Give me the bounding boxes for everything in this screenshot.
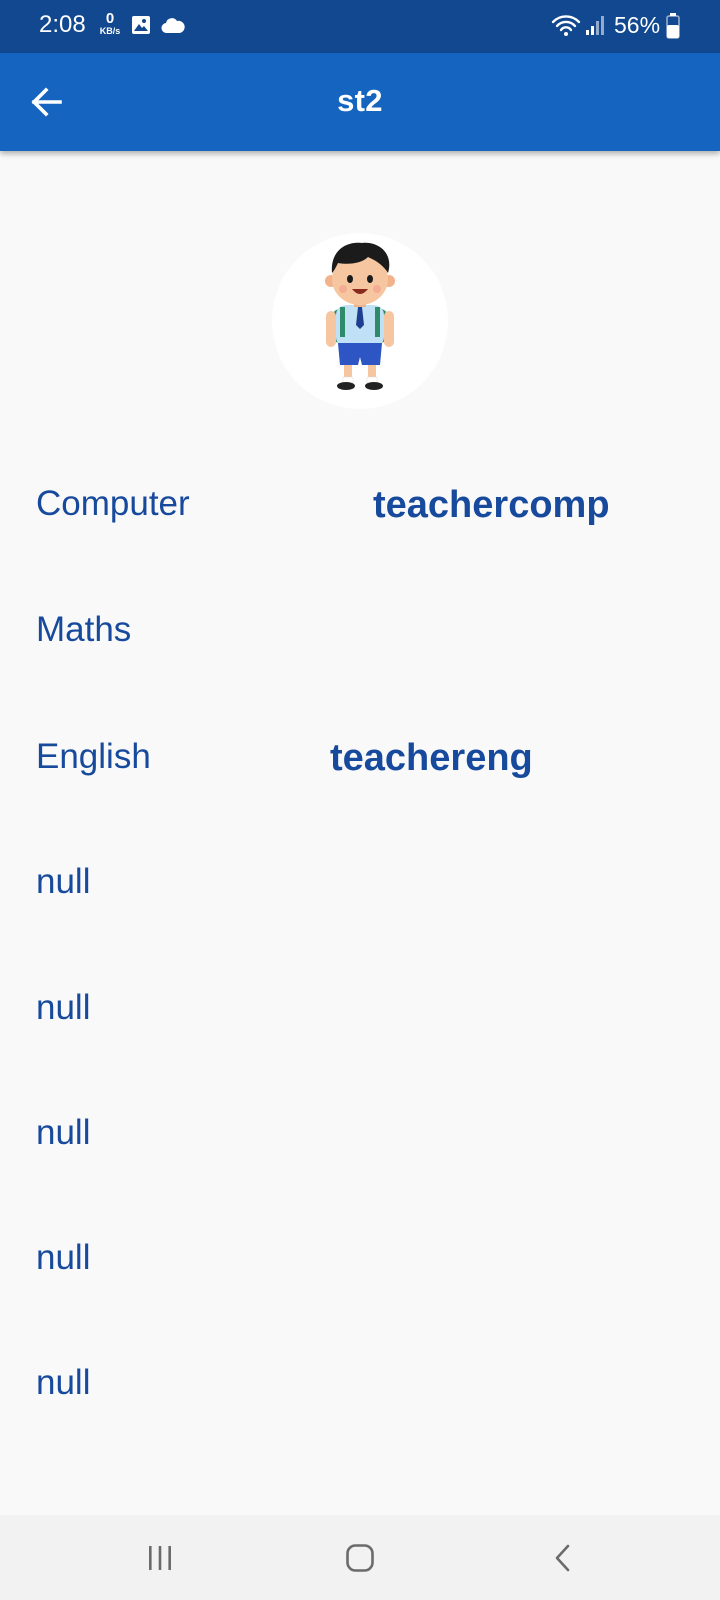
subject-label-null-1: null bbox=[36, 862, 91, 901]
subject-label-null-2: null bbox=[36, 988, 91, 1027]
wifi-icon bbox=[551, 14, 581, 43]
subject-label-null-5: null bbox=[36, 1363, 91, 1402]
app-bar: st2 bbox=[0, 53, 720, 151]
subject-label-null-4: null bbox=[36, 1238, 91, 1277]
student-boy-illustration bbox=[325, 242, 395, 390]
status-bar: 2:08 0 KB/s 56% bbox=[0, 0, 720, 53]
battery-percent: 56% bbox=[614, 12, 661, 38]
subject-label-computer: Computer bbox=[36, 484, 190, 523]
teacher-name-english: teachereng bbox=[330, 737, 533, 779]
battery-icon bbox=[666, 13, 680, 44]
subject-label-english: English bbox=[36, 737, 151, 776]
back-chevron-icon bbox=[555, 1544, 570, 1571]
teacher-name-computer: teachercomp bbox=[373, 484, 610, 526]
subject-label-null-3: null bbox=[36, 1113, 91, 1152]
status-time: 2:08 bbox=[39, 11, 86, 38]
gallery-icon bbox=[131, 15, 151, 40]
nav-recents-button[interactable] bbox=[100, 1515, 220, 1600]
subject-label-maths: Maths bbox=[36, 610, 132, 649]
cloud-icon bbox=[161, 17, 185, 39]
network-speed: 0 KB/s bbox=[96, 11, 124, 36]
network-speed-value: 0 bbox=[105, 10, 115, 27]
home-icon bbox=[346, 1543, 374, 1572]
network-speed-unit: KB/s bbox=[99, 26, 121, 36]
recent-apps-icon bbox=[149, 1545, 171, 1570]
signal-icon bbox=[585, 14, 607, 41]
page-title: st2 bbox=[337, 83, 383, 118]
system-nav-bar bbox=[0, 1515, 720, 1600]
nav-home-button[interactable] bbox=[300, 1515, 420, 1600]
avatar bbox=[272, 233, 448, 409]
nav-back-button[interactable] bbox=[503, 1515, 623, 1600]
